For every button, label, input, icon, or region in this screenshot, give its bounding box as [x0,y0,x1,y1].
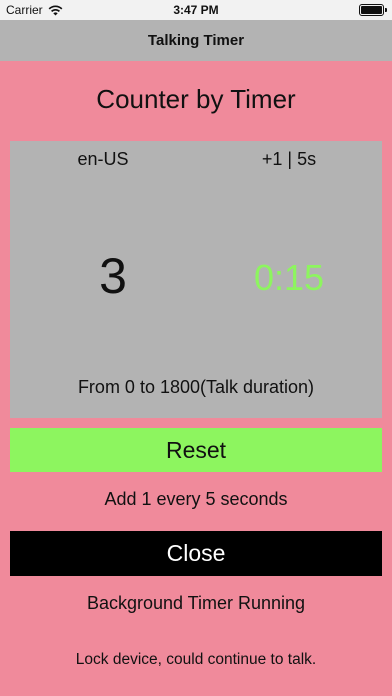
increment-info: Add 1 every 5 seconds [104,489,288,509]
status-time: 3:47 PM [173,3,219,17]
counter-panel: en-US +1 | 5s 3 0:15 From 0 to 1800(Talk… [10,141,382,418]
page-title: Counter by Timer [96,84,296,114]
navigation-bar: Talking Timer [0,20,392,61]
background-status: Background Timer Running [86,593,306,613]
lock-hint: Lock device, could continue to talk. [75,651,317,668]
range-label: From 0 to 1800(Talk duration) [77,377,315,397]
locale-label: en-US [77,149,129,169]
close-button[interactable]: Close [10,531,382,576]
counter-value: 3 [99,248,127,304]
status-bar: Carrier 3:47 PM [0,0,392,20]
rate-label: +1 | 5s [261,149,317,169]
battery-icon [359,4,387,16]
elapsed-time: 0:15 [253,257,325,298]
nav-title: Talking Timer [147,32,245,49]
app-screen: Carrier 3:47 PM Talking Timer Counter by… [0,0,392,696]
reset-button[interactable]: Reset [10,428,382,472]
